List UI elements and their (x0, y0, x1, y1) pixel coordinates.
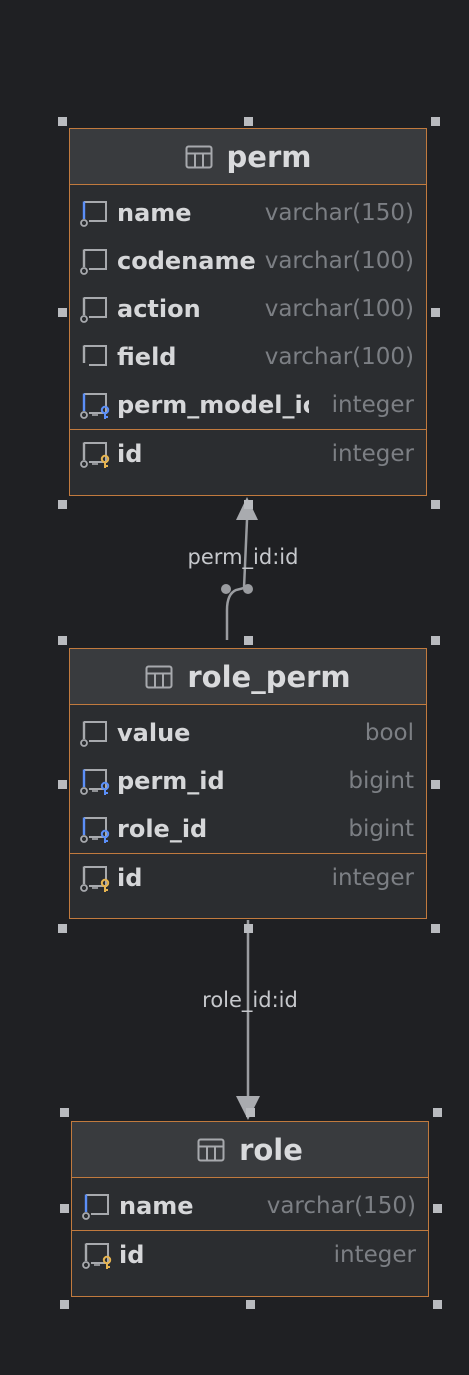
column-type: integer (331, 392, 414, 418)
column-row[interactable]: perm_model_ic integer (70, 381, 426, 429)
primary-key-row[interactable]: id integer (70, 854, 426, 902)
table-title: perm (226, 139, 312, 174)
column-type: bigint (348, 768, 414, 794)
column-name: role_id (117, 815, 208, 843)
column-row[interactable]: perm_id bigint (70, 757, 426, 805)
table-icon (197, 1138, 225, 1162)
column-row[interactable]: name varchar(150) (70, 189, 426, 237)
column-name: id (119, 1241, 145, 1269)
table-perm[interactable]: perm name varchar(150) codename varchar(100… (69, 128, 427, 496)
column-name: perm_model_ic (117, 391, 309, 419)
column-row[interactable]: action varchar(100) (70, 285, 426, 333)
primary-key-column-icon (82, 1242, 112, 1270)
field-list: name varchar(150) (72, 1178, 428, 1230)
table-role[interactable]: role name varchar(150) id integer (71, 1121, 429, 1297)
column-icon (80, 248, 110, 276)
column-type: integer (333, 1242, 416, 1268)
column-icon (80, 296, 110, 324)
column-name: perm_id (117, 767, 225, 795)
table-header[interactable]: perm (70, 129, 426, 185)
column-row[interactable]: role_id bigint (70, 805, 426, 853)
column-name: action (117, 295, 201, 323)
plain-column-icon (80, 344, 110, 372)
column-icon (80, 720, 110, 748)
column-type: varchar(150) (266, 1193, 416, 1219)
column-row[interactable]: name varchar(150) (72, 1182, 428, 1230)
column-row[interactable]: field varchar(100) (70, 333, 426, 381)
primary-key-column-icon (80, 441, 110, 469)
column-name: id (117, 864, 143, 892)
primary-key-section: id integer (70, 429, 426, 478)
relation-label-role-id: role_id:id (202, 988, 298, 1012)
relation-role-id[interactable] (236, 920, 260, 1120)
table-header[interactable]: role (72, 1122, 428, 1178)
table-icon (145, 665, 173, 689)
primary-key-row[interactable]: id integer (72, 1231, 428, 1279)
foreign-key-column-icon (80, 768, 110, 796)
connector-joint-left (221, 584, 231, 594)
column-type: integer (331, 441, 414, 467)
relation-label-perm-id: perm_id:id (187, 545, 299, 569)
column-name: id (117, 440, 143, 468)
column-name: name (119, 1192, 194, 1220)
field-list: name varchar(150) codename varchar(100) acti… (70, 185, 426, 429)
primary-key-column-icon (80, 865, 110, 893)
foreign-key-column-icon (80, 816, 110, 844)
connector-joint-right (243, 584, 253, 594)
column-type: varchar(100) (264, 344, 414, 370)
field-list: value bool perm_id bigint role_id bigint (70, 705, 426, 853)
primary-key-section: id integer (70, 853, 426, 902)
column-type: bigint (348, 816, 414, 842)
column-type: varchar(150) (264, 200, 414, 226)
index-column-icon (82, 1193, 112, 1221)
column-name: value (117, 719, 191, 747)
column-type: integer (331, 865, 414, 891)
column-name: name (117, 199, 192, 227)
primary-key-row[interactable]: id integer (70, 430, 426, 478)
column-name: field (117, 343, 177, 371)
table-icon (185, 145, 213, 169)
column-row[interactable]: codename varchar(100) (70, 237, 426, 285)
column-name: codename (117, 247, 256, 275)
table-title: role_perm (187, 659, 351, 694)
table-role-perm[interactable]: role_perm value bool perm_id bigint role_id b… (69, 648, 427, 919)
table-header[interactable]: role_perm (70, 649, 426, 705)
column-type: varchar(100) (264, 248, 414, 274)
column-type: varchar(100) (264, 296, 414, 322)
table-title: role (239, 1132, 303, 1167)
index-column-icon (80, 200, 110, 228)
primary-key-section: id integer (72, 1230, 428, 1279)
foreign-key-column-icon (80, 392, 110, 420)
column-type: bool (364, 720, 414, 746)
column-row[interactable]: value bool (70, 709, 426, 757)
